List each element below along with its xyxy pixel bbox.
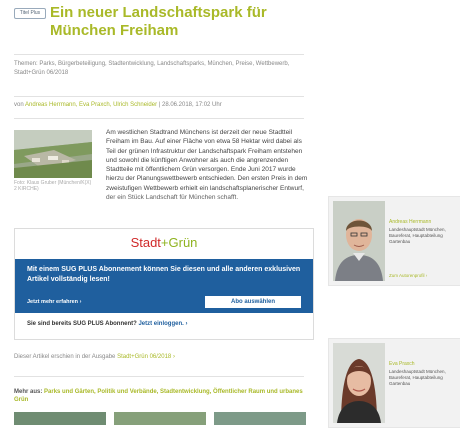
related-article-thumb[interactable] xyxy=(214,412,306,425)
author-photo xyxy=(333,343,385,423)
topics-list[interactable]: Themen: Parks, Bürgerbeteiligung, Stadte… xyxy=(14,60,304,78)
select-subscription-button[interactable]: Abo auswählen xyxy=(205,296,301,308)
byline: von Andreas Herrmann, Eva Praxch, Ulrich… xyxy=(14,102,314,108)
author-affiliation: Landeshauptstadt München, Baureferat, Ha… xyxy=(389,227,446,244)
logo-separator: + xyxy=(160,235,169,250)
article-image[interactable] xyxy=(14,130,92,178)
plus-badge: Titel Plus xyxy=(14,8,46,19)
issue-link[interactable]: Stadt+Grün 06/2018 › xyxy=(117,354,175,360)
divider xyxy=(14,54,304,55)
login-link[interactable]: Jetzt einloggen. › xyxy=(138,321,187,327)
publish-date: | 28.06.2018, 17:02 Uhr xyxy=(158,102,222,108)
more-prefix: Mehr aus: xyxy=(14,389,43,395)
logo-part-stadt: Stadt xyxy=(130,235,161,250)
author-photo xyxy=(333,201,385,281)
more-info-link[interactable]: Jetzt mehr erfahren › xyxy=(27,299,81,305)
paywall-message: Mit einem SUG PLUS Abonnement können Sie… xyxy=(27,266,301,283)
related-article-thumb[interactable] xyxy=(114,412,206,425)
image-caption: Foto: Klaus Gruber (München/K(X) 2 KIRCH… xyxy=(14,180,92,192)
logo-part-gruen: Grün xyxy=(168,235,198,250)
author-name: Eva Praxch xyxy=(389,361,415,367)
article-main: Titel Plus Ein neuer Landschaftspark für… xyxy=(0,0,318,425)
stadt-gruen-logo: Stadt+Grün xyxy=(15,235,313,250)
issue-note: Dieser Artikel erschien in der Ausgabe S… xyxy=(14,354,175,360)
author-name: Andreas Herrmann xyxy=(389,219,432,225)
issue-prefix: Dieser Artikel erschien in der Ausgabe xyxy=(14,354,116,360)
related-article-thumb[interactable] xyxy=(14,412,106,425)
paywall-banner: Mit einem SUG PLUS Abonnement können Sie… xyxy=(15,259,313,313)
byline-prefix: von xyxy=(14,102,24,108)
divider xyxy=(14,96,304,97)
author-profile-link[interactable]: Zum Autorenprofil › xyxy=(389,273,427,278)
subscriber-question: Sie sind bereits SUG PLUS Abonnent? xyxy=(27,321,137,327)
divider xyxy=(14,118,304,119)
author-links[interactable]: Andreas Herrmann, Eva Praxch, Ulrich Sch… xyxy=(25,102,157,108)
text-fade xyxy=(14,192,318,228)
more-from: Mehr aus: Parks und Gärten, Politik und … xyxy=(14,388,314,404)
author-card[interactable]: Andreas Herrmann Landeshauptstadt Münche… xyxy=(328,196,460,286)
paywall-box: Stadt+Grün Mit einem SUG PLUS Abonnement… xyxy=(14,228,314,340)
more-category-links[interactable]: Parks und Gärten, Politik und Verbände, … xyxy=(14,389,303,403)
author-affiliation: Landeshauptstadt München, Baureferat, Ha… xyxy=(389,369,446,386)
divider xyxy=(14,376,304,377)
subscriber-login: Sie sind bereits SUG PLUS Abonnent? Jetz… xyxy=(27,321,187,327)
article-title: Ein neuer Landschaftspark für München Fr… xyxy=(50,4,267,39)
author-sidebar: Andreas Herrmann Landeshauptstadt Münche… xyxy=(318,0,460,428)
author-card[interactable]: Eva Praxch Landeshauptstadt München, Bau… xyxy=(328,338,460,428)
related-thumbnails xyxy=(14,412,314,425)
